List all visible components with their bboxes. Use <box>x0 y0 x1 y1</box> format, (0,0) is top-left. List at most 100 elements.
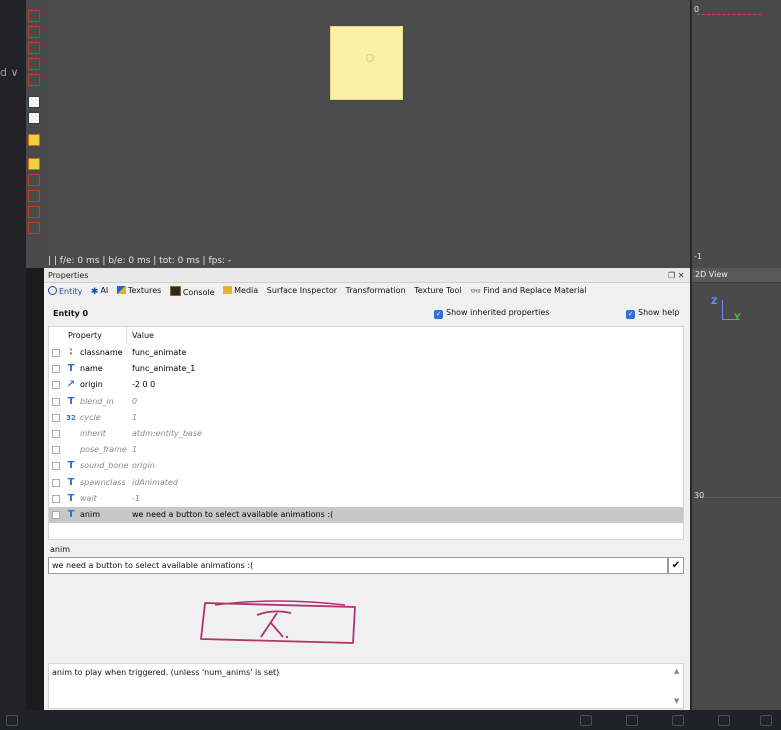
axis-y-label: Y <box>734 313 741 323</box>
toolbar-icon-1[interactable] <box>28 10 40 22</box>
ruler-label-bottom: -1 <box>694 252 702 261</box>
row-checkbox[interactable] <box>52 413 60 422</box>
tab-entity[interactable]: Entity <box>48 286 82 296</box>
folder-icon <box>223 286 233 294</box>
table-row[interactable]: ∶ classname func_animate <box>49 345 683 361</box>
taskbar-icon[interactable] <box>580 715 592 726</box>
row-checkbox[interactable] <box>52 397 60 406</box>
toolbar-icon-13[interactable] <box>28 222 40 234</box>
show-help-checkbox[interactable]: ✓ Show help <box>626 308 679 319</box>
row-value: idAnimated <box>132 477 178 487</box>
row-property: pose_frame <box>80 445 127 455</box>
tab-textures[interactable]: Textures <box>116 286 162 295</box>
entity-box[interactable] <box>330 26 403 100</box>
tab-label: Media <box>234 286 259 295</box>
top-view[interactable] <box>692 0 781 268</box>
table-row[interactable]: Tspawnclass idAnimated <box>49 475 683 491</box>
table-row[interactable]: Tsound_bone origin <box>49 458 683 474</box>
tab-transformation[interactable]: Transformation <box>346 286 406 295</box>
value-input[interactable]: we need a button to select available ani… <box>48 557 668 574</box>
row-property: anim <box>80 510 100 519</box>
int-type-icon: 32 <box>66 413 76 422</box>
tab-label: Transformation <box>345 286 406 295</box>
entity-heading: Entity 0 <box>53 309 89 318</box>
toolbar-icon-2[interactable] <box>28 26 40 38</box>
toolbar-icon-12[interactable] <box>28 206 40 218</box>
row-checkbox[interactable] <box>52 381 60 390</box>
row-value: -2 0 0 <box>132 380 156 390</box>
viewport-stats: | | f/e: 0 ms | b/e: 0 ms | tot: 0 ms | … <box>48 256 232 266</box>
row-checkbox[interactable] <box>52 430 60 438</box>
scroll-up-icon[interactable]: ▲ <box>674 667 679 675</box>
textures-icon <box>116 286 126 294</box>
view-2d-title: 2D View <box>692 268 781 282</box>
tab-ai[interactable]: ✱ AI <box>91 286 108 297</box>
taskbar-icon[interactable] <box>760 715 772 726</box>
row-value: 1 <box>132 445 138 455</box>
window-controls[interactable]: ❐ ✕ <box>668 268 684 280</box>
tab-label: Console <box>182 288 215 297</box>
row-checkbox[interactable] <box>52 446 60 455</box>
tab-label: Find and Replace Material <box>483 286 587 295</box>
row-checkbox[interactable] <box>52 365 60 374</box>
table-row[interactable]: Tanim we need a button to select availabl… <box>49 507 683 523</box>
row-checkbox[interactable] <box>52 349 60 357</box>
row-property: sound_bone <box>80 461 129 471</box>
tab-media[interactable]: Media <box>223 286 258 295</box>
row-value: we need a button to select available ani… <box>132 510 334 519</box>
taskbar-icon[interactable] <box>6 715 18 726</box>
tab-find-replace-material[interactable]: 👓 Find and Replace Material <box>470 286 586 297</box>
toolbar-icon-6[interactable] <box>28 96 40 108</box>
table-row[interactable]: pose_frame 1 <box>49 442 683 458</box>
toolbar-icon-7[interactable] <box>28 112 40 124</box>
tab-console[interactable]: Console <box>169 286 215 297</box>
show-inherited-checkbox[interactable]: ✓ Show inherited properties <box>434 308 549 319</box>
toolbar-icon-8[interactable] <box>28 134 40 146</box>
toolbar-icon-11[interactable] <box>28 190 40 202</box>
ruler-gridline <box>704 497 781 498</box>
row-checkbox[interactable] <box>52 494 60 503</box>
row-property: wait <box>80 493 97 503</box>
tab-surface-inspector[interactable]: Surface Inspector <box>267 286 337 295</box>
taskbar-icon[interactable] <box>626 715 638 726</box>
confirm-button[interactable]: ✔ <box>668 557 684 574</box>
row-checkbox[interactable] <box>52 511 60 519</box>
tab-texture-tool[interactable]: Texture Tool <box>414 286 461 295</box>
entity-origin-icon <box>366 54 374 62</box>
taskbar-icon[interactable] <box>718 715 730 726</box>
show-help-label: Show help <box>638 308 680 317</box>
table-row[interactable]: ↗ origin -2 0 0 <box>49 377 683 393</box>
taskbar-icon[interactable] <box>672 715 684 726</box>
table-row[interactable]: inherit atdm:entity_base <box>49 426 683 442</box>
toolbar-icon-9[interactable] <box>28 158 40 170</box>
ai-icon: ✱ <box>90 287 99 297</box>
table-row[interactable]: Tname func_animate_1 <box>49 361 683 377</box>
row-checkbox[interactable] <box>52 462 60 471</box>
column-header-property[interactable]: Property <box>68 331 102 340</box>
taskbar <box>0 710 781 730</box>
entity-icon <box>48 286 57 295</box>
row-value: func_animate <box>132 348 187 357</box>
row-checkbox[interactable] <box>52 478 60 487</box>
classname-icon: ∶ <box>69 347 73 358</box>
column-separator <box>126 327 127 344</box>
vertical-toolbar <box>26 0 44 268</box>
toolbar-icon-3[interactable] <box>28 42 40 54</box>
toolbar-icon-4[interactable] <box>28 58 40 70</box>
selected-key-label: anim <box>50 545 70 554</box>
table-row[interactable]: 32 cycle 1 <box>49 410 683 426</box>
tab-label: Textures <box>127 286 162 295</box>
left-panel-strip <box>0 0 26 730</box>
toolbar-icon-5[interactable] <box>28 74 40 86</box>
table-row[interactable]: Tblend_in 0 <box>49 394 683 410</box>
ruler-label-top: 0 <box>694 5 700 14</box>
properties-tab-bar: Entity ✱ AI Textures Console Media Surfac… <box>48 286 593 302</box>
left-strip-fragment: d ∨ <box>0 66 19 79</box>
toolbar-icon-10[interactable] <box>28 174 40 186</box>
view-2d[interactable] <box>692 283 781 730</box>
scroll-down-icon[interactable]: ▼ <box>674 697 679 705</box>
ruler-label-30: 30 <box>694 491 705 500</box>
column-header-value[interactable]: Value <box>132 331 154 340</box>
top-view-guide-line <box>697 14 761 15</box>
table-row[interactable]: Twait -1 <box>49 491 683 507</box>
